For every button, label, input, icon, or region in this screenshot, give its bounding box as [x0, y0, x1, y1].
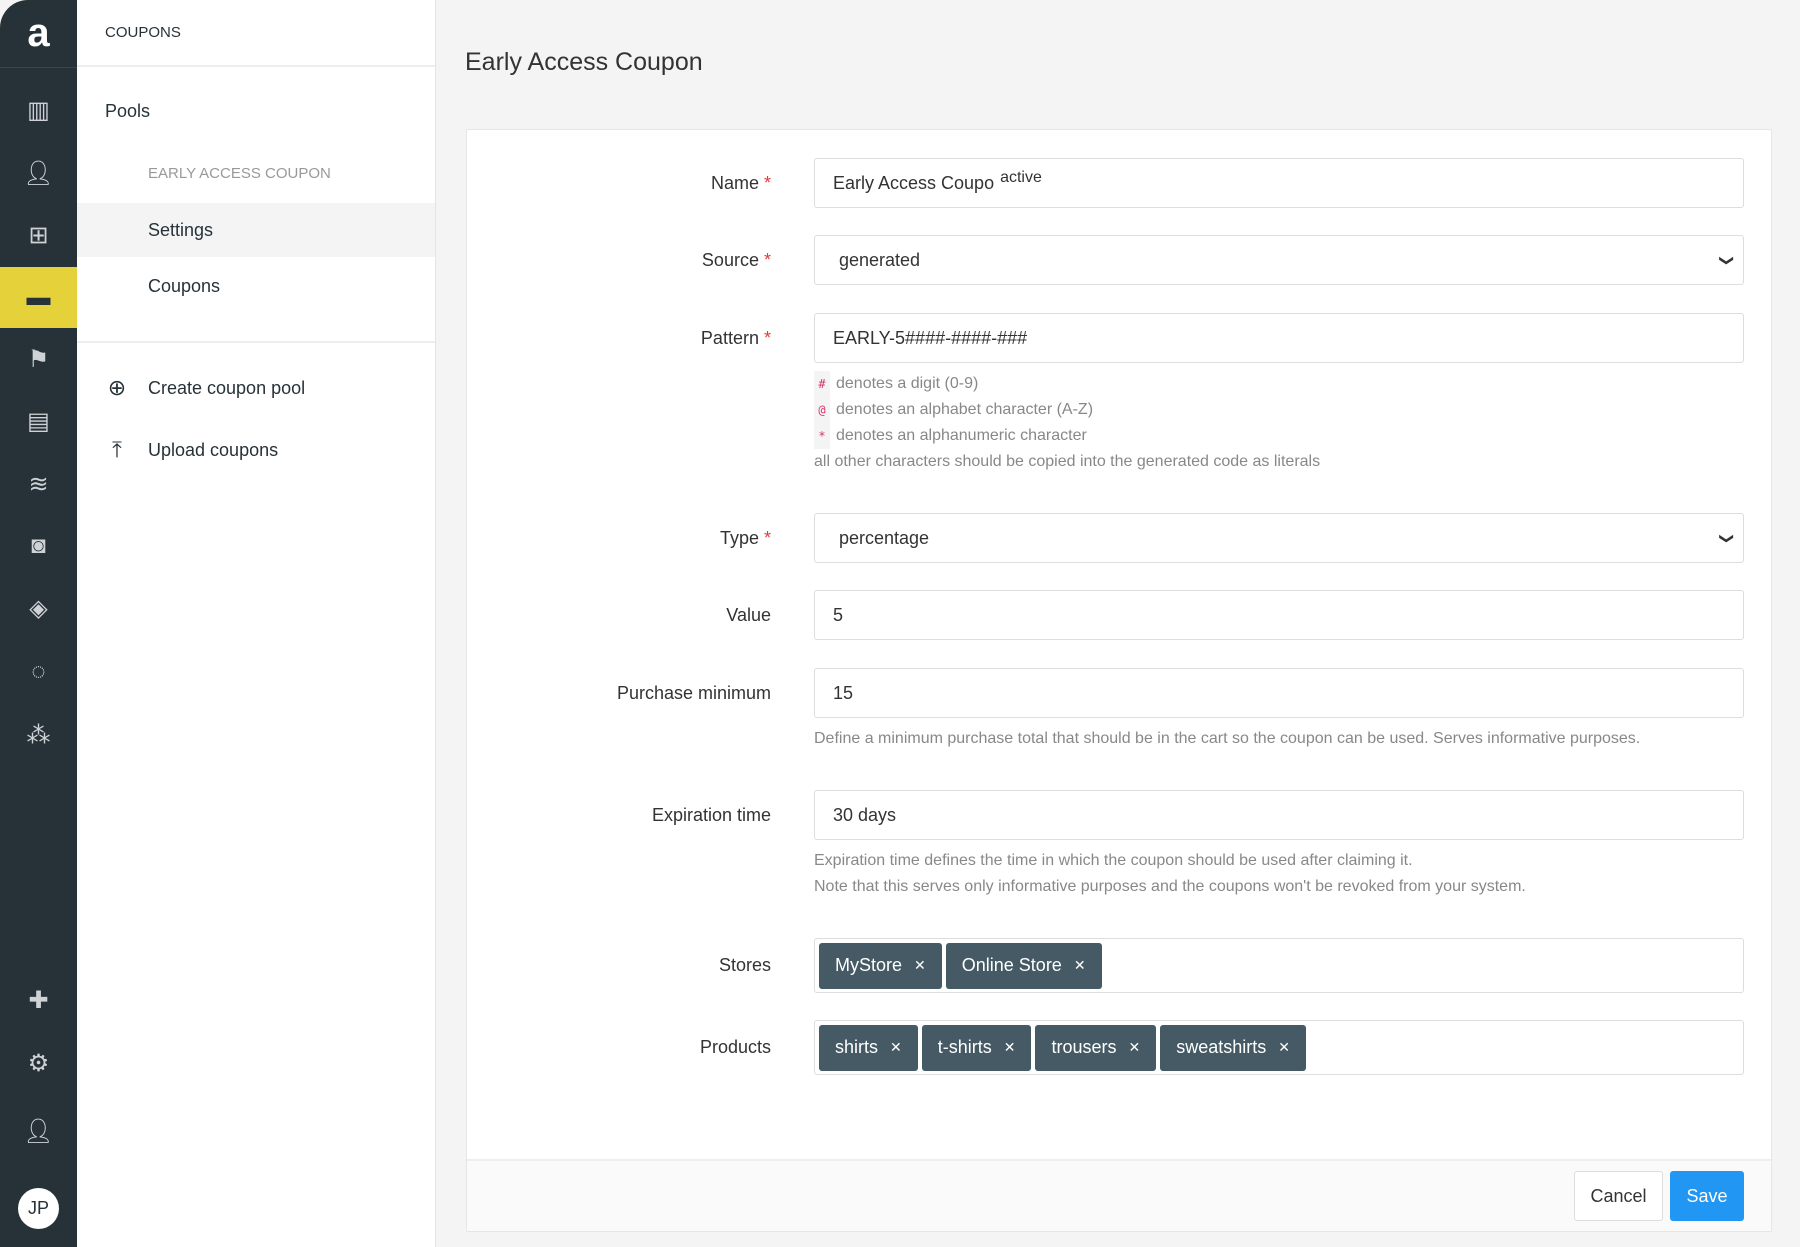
chat-icon[interactable]: ◌ [0, 652, 77, 692]
chevron-down-icon: ❯ [1719, 254, 1736, 266]
nav-pool-name: EARLY ACCESS COUPON [148, 164, 331, 182]
message-icon[interactable]: ▤ [0, 401, 77, 441]
product-chip: t-shirts ✕ [921, 1024, 1032, 1071]
type-label: Type * [719, 528, 771, 548]
name-input[interactable]: Early Access Coupo active [814, 158, 1744, 208]
pattern-input[interactable]: EARLY-5####-####-### [814, 313, 1744, 363]
purchase-minimum-input[interactable]: 15 [814, 668, 1744, 718]
products-input[interactable]: shirts ✕ t-shirts ✕ trousers ✕ sweatshirts ✕ [814, 1020, 1744, 1075]
purchase-minimum-label: Purchase minimum [616, 683, 771, 703]
value-label: Value [726, 605, 771, 625]
product-chip: shirts ✕ [819, 1024, 918, 1071]
stores-input[interactable]: MyStore ✕ Online Store ✕ [814, 938, 1744, 993]
value-input[interactable]: 5 [814, 590, 1744, 640]
waves-icon[interactable]: ≋ [0, 464, 77, 504]
avatar[interactable]: JP [18, 1188, 59, 1229]
stars-icon[interactable]: ⁂ [0, 715, 77, 755]
nav-header: COUPONS [77, 0, 435, 67]
plus-circle-icon: ⊕ [107, 375, 127, 400]
puzzle-icon[interactable]: ✚ [0, 980, 77, 1020]
page-title: Early Access Coupon [465, 48, 703, 76]
remove-icon[interactable]: ✕ [890, 1039, 902, 1056]
remove-icon[interactable]: ✕ [1004, 1039, 1016, 1056]
remove-icon[interactable]: ✕ [914, 957, 926, 974]
nav-settings[interactable]: Settings [77, 203, 435, 257]
stores-label: Stores [718, 955, 771, 975]
upload-icon: ⤒ [112, 437, 122, 462]
store-chip: MyStore ✕ [819, 942, 942, 989]
source-label: Source * [701, 250, 771, 270]
name-overlay: active [1000, 169, 1042, 186]
expiration-hint: Expiration time defines the time in whic… [814, 852, 1526, 895]
nav-coupons[interactable]: Coupons [77, 266, 435, 306]
remove-icon[interactable]: ✕ [1129, 1039, 1141, 1056]
analytics-icon[interactable]: ▥ [0, 90, 77, 130]
type-select[interactable]: percentage ❯ [814, 513, 1744, 563]
nav-divider [77, 341, 435, 343]
gift-icon[interactable]: ⊞ [0, 215, 77, 255]
upload-label: Upload coupons [148, 439, 279, 460]
create-coupon-pool-button[interactable]: ⊕ Create coupon pool [77, 368, 435, 408]
pattern-hints: # denotes a digit (0-9) @ denotes an alpha… [814, 371, 1320, 475]
tag-icon[interactable]: ◈ [0, 588, 77, 628]
user-lock-icon[interactable]: 👤︎ [0, 1111, 77, 1151]
instagram-icon[interactable]: ◙ [0, 526, 77, 566]
expiration-label: Expiration time [651, 805, 771, 825]
remove-icon[interactable]: ✕ [1278, 1039, 1290, 1056]
wallet-icon[interactable]: ▬ [0, 267, 77, 328]
settings-form: Name * Early Access Coupo active Source *… [466, 129, 1772, 1232]
form-footer: Cancel Save [467, 1159, 1771, 1231]
cancel-button[interactable]: Cancel [1574, 1171, 1663, 1221]
store-chip: Online Store ✕ [945, 942, 1102, 989]
customers-icon[interactable]: 👤︎ [0, 153, 77, 193]
flag-icon[interactable]: ⚑ [0, 339, 77, 379]
remove-icon[interactable]: ✕ [1074, 957, 1086, 974]
icon-rail: a ▥ 👤︎ ⊞ ▬ ⚑ ▤ ≋ ◙ ◈ ◌ ⁂ ✚ ⚙ 👤︎ JP [0, 0, 77, 1247]
product-chip: sweatshirts ✕ [1160, 1024, 1307, 1071]
create-label: Create coupon pool [148, 377, 306, 398]
purchase-minimum-hint: Define a minimum purchase total that sho… [814, 730, 1641, 747]
products-label: Products [699, 1037, 771, 1057]
chevron-down-icon: ❯ [1719, 532, 1736, 544]
pattern-label: Pattern * [700, 328, 771, 348]
product-chip: trousers ✕ [1035, 1024, 1157, 1071]
expiration-input[interactable]: 30 days [814, 790, 1744, 840]
name-label: Name * [710, 173, 771, 193]
save-button[interactable]: Save [1670, 1171, 1744, 1221]
gear-icon[interactable]: ⚙ [0, 1043, 77, 1083]
source-select[interactable]: generated ❯ [814, 235, 1744, 285]
upload-coupons-button[interactable]: ⤒ Upload coupons [77, 430, 435, 470]
nav-pools[interactable]: Pools [77, 91, 435, 131]
secondary-nav: COUPONS Pools EARLY ACCESS COUPON Settin… [77, 0, 436, 1247]
logo[interactable]: a [0, 0, 77, 68]
